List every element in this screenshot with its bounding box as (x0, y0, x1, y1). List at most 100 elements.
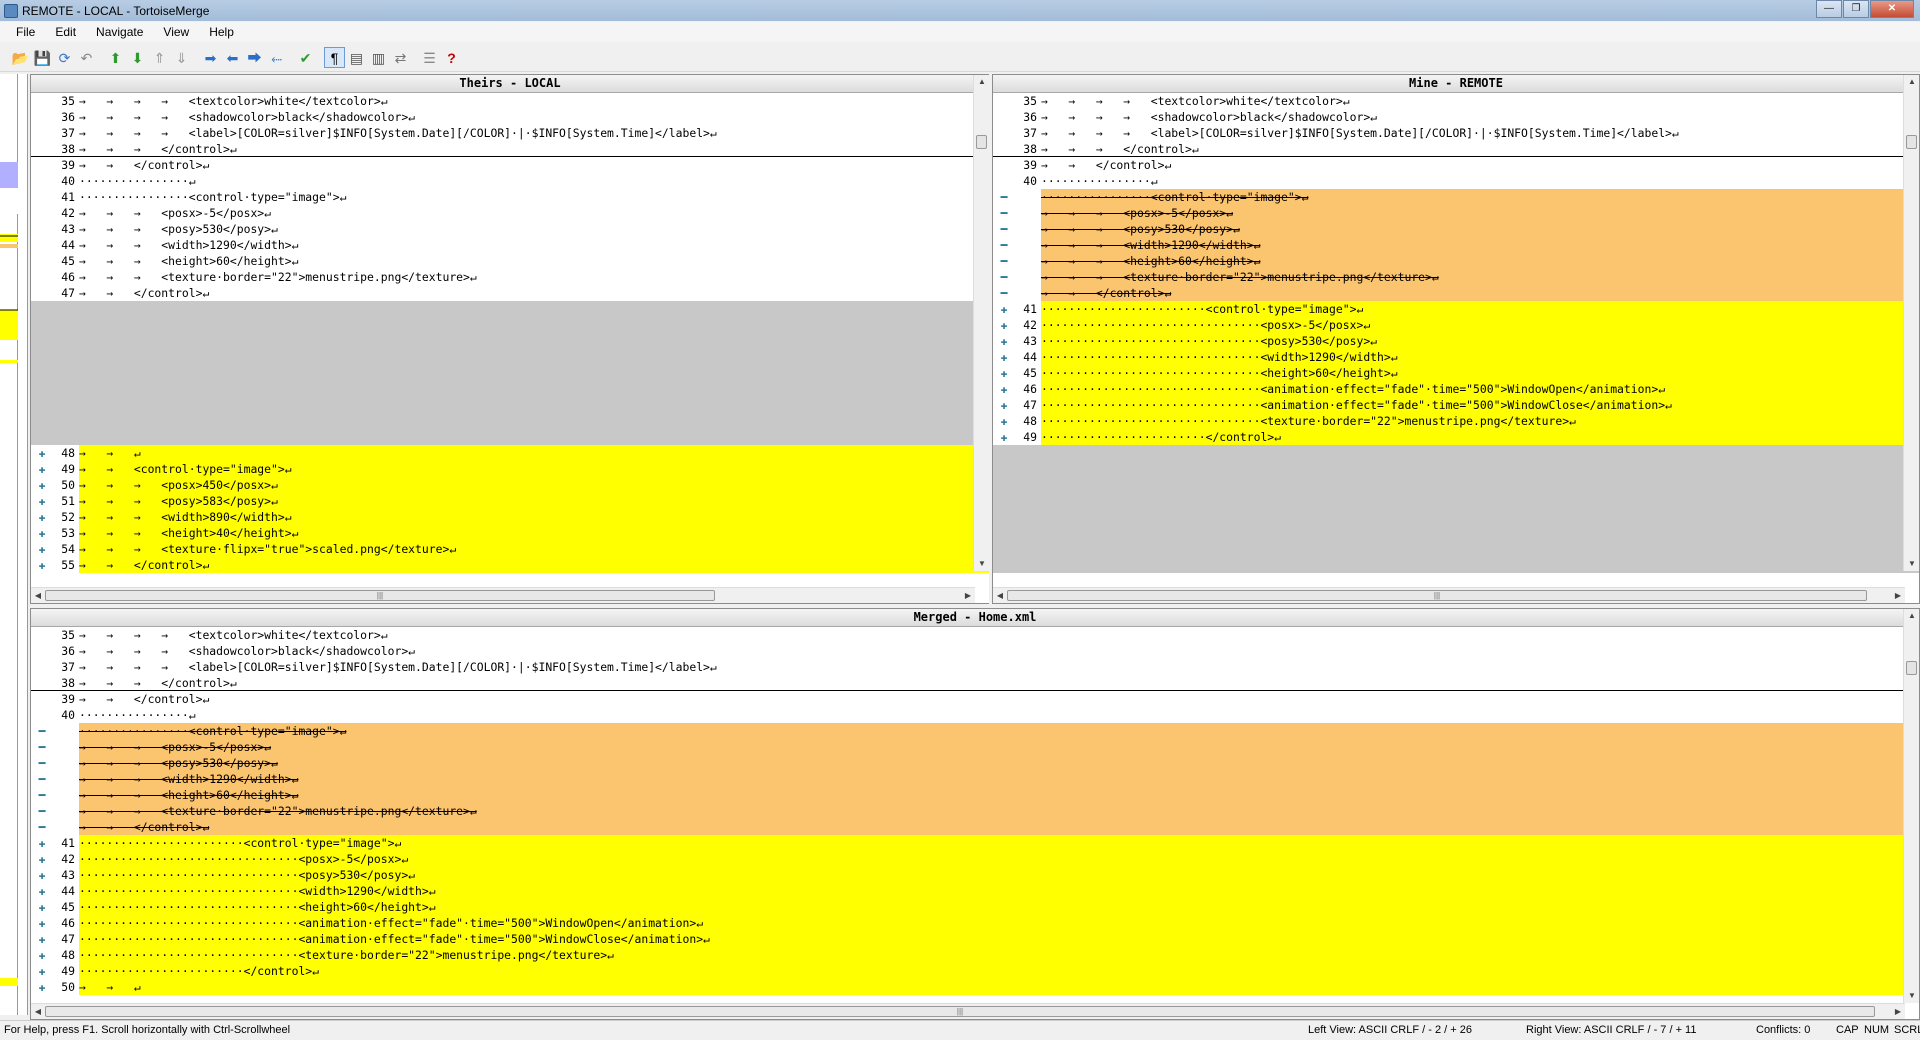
maximize-button[interactable]: ❐ (1843, 0, 1869, 18)
diff-line[interactable]: 35 → → → → <textcolor>white</textcolor>↵ (31, 93, 989, 109)
diff-line[interactable]: ━ → → → <posx>-5</posx>↵ (993, 205, 1919, 221)
diff-line[interactable]: 39 → → </control>↵ (993, 157, 1919, 173)
merged-vscrollbar[interactable]: ▲ ▼ (1903, 609, 1919, 1003)
line-text[interactable]: → → → <posy>530</posy>↵ (79, 755, 1919, 771)
diff-line[interactable]: 40 ················↵ (993, 173, 1919, 189)
right-vscrollbar[interactable]: ▲ ▼ (1903, 75, 1919, 571)
prev-diff-icon[interactable]: ⬇ (127, 47, 148, 68)
diff-line[interactable]: ✚ 52 → → → <width>890</width>↵ (31, 509, 989, 525)
line-text[interactable]: → → </control>↵ (1041, 285, 1919, 301)
line-text[interactable]: → → → → <textcolor>white</textcolor>↵ (79, 627, 1919, 643)
line-text[interactable]: → → → </control>↵ (1041, 141, 1919, 156)
line-text[interactable]: ································<posx>-5… (1041, 317, 1919, 333)
diff-line[interactable] (31, 301, 989, 317)
diff-line[interactable]: ✚ 41 ························<control·type… (993, 301, 1919, 317)
diff-line[interactable]: 37 → → → → <label>[COLOR=silver]$INFO[Sys… (31, 659, 1919, 675)
menu-navigate[interactable]: Navigate (86, 25, 153, 39)
diff-line[interactable]: 40 ················↵ (31, 707, 1919, 723)
diff-line[interactable] (31, 381, 989, 397)
line-text[interactable]: → → </control>↵ (79, 157, 989, 173)
location-bar[interactable] (0, 74, 18, 1015)
line-text[interactable]: → → → <height>60</height>↵ (1041, 253, 1919, 269)
line-text[interactable]: → → → <posy>530</posy>↵ (79, 221, 989, 237)
left-hscrollbar[interactable]: ◀ ||| ▶ (31, 587, 975, 603)
next-inline-icon[interactable]: ⮕ (244, 47, 265, 68)
diff-line[interactable]: ━ → → → <height>60</height>↵ (31, 787, 1919, 803)
diff-line[interactable]: 38 → → → </control>↵ (31, 675, 1919, 691)
diff-line[interactable]: ━ → → → <posy>530</posy>↵ (993, 221, 1919, 237)
diff-line[interactable]: ✚ 45 ································<heig… (31, 899, 1919, 915)
line-text[interactable]: → → → <posx>-5</posx>↵ (79, 205, 989, 221)
line-text[interactable]: ························</control>↵ (1041, 429, 1919, 445)
line-text[interactable]: ································<texture… (79, 947, 1919, 963)
scroll-right-arrow[interactable]: ▶ (961, 588, 975, 603)
line-text[interactable]: → → <control·type="image">↵ (79, 461, 989, 477)
scroll-up-arrow[interactable]: ▲ (974, 75, 989, 89)
diff-line[interactable]: 41 ················<control·type="image">… (31, 189, 989, 205)
onepane-icon[interactable]: ▤ (346, 47, 367, 68)
line-text[interactable] (79, 381, 989, 397)
line-text[interactable]: ················<control·type="image">↵ (79, 189, 989, 205)
merged-pane[interactable]: Merged - Home.xml 35 → → → → <textcolor>w… (30, 608, 1920, 1020)
prev-inline-icon[interactable]: ⬸ (266, 47, 287, 68)
diff-line[interactable] (993, 445, 1919, 461)
line-text[interactable]: ························</control>↵ (79, 963, 1919, 979)
menu-view[interactable]: View (153, 25, 199, 39)
diff-line[interactable]: ━ ················<control·type="image">↵ (993, 189, 1919, 205)
scroll-right-arrow[interactable]: ▶ (1891, 1004, 1905, 1019)
right-pane-rows[interactable]: 35 → → → → <textcolor>white</textcolor>↵ 3… (993, 93, 1919, 573)
open-icon[interactable]: 📂 (10, 47, 31, 68)
diff-line[interactable]: 38 → → → </control>↵ (993, 141, 1919, 157)
diff-line[interactable] (31, 429, 989, 445)
diff-line[interactable] (993, 541, 1919, 557)
line-text[interactable]: → → → <height>60</height>↵ (79, 253, 989, 269)
diff-line[interactable]: ━ → → → <posy>530</posy>↵ (31, 755, 1919, 771)
diff-line[interactable]: ━ → → → <width>1290</width>↵ (993, 237, 1919, 253)
diff-line[interactable]: ✚ 45 ································<heig… (993, 365, 1919, 381)
line-text[interactable]: ························<control·type="i… (1041, 301, 1919, 317)
scroll-hthumb[interactable]: ||| (45, 1006, 1875, 1017)
line-text[interactable]: → → </control>↵ (79, 691, 1919, 707)
line-text[interactable]: → → </control>↵ (79, 557, 989, 573)
left-pane[interactable]: Theirs - LOCAL 35 → → → → <textcolor>whit… (30, 74, 990, 604)
scroll-up-arrow[interactable]: ▲ (1904, 75, 1919, 89)
menu-help[interactable]: Help (199, 25, 244, 39)
line-text[interactable]: → → ↵ (79, 445, 989, 461)
diff-line[interactable]: ✚ 46 ································<anim… (31, 915, 1919, 931)
undo-icon[interactable]: ↶ (76, 47, 97, 68)
first-diff-icon[interactable]: ⇑ (149, 47, 170, 68)
line-text[interactable]: → → → <texture·border="22">menustripe.pn… (79, 269, 989, 285)
diff-line[interactable]: 45 → → → <height>60</height>↵ (31, 253, 989, 269)
next-conflict-icon[interactable]: ➡ (200, 47, 221, 68)
diff-line[interactable]: 35 → → → → <textcolor>white</textcolor>↵ (993, 93, 1919, 109)
swap-icon[interactable]: ⇄ (390, 47, 411, 68)
minimize-button[interactable]: — (1816, 0, 1842, 18)
line-text[interactable] (1041, 509, 1919, 525)
diff-line[interactable]: 36 → → → → <shadowcolor>black</shadowcolo… (31, 643, 1919, 659)
line-text[interactable]: → → → <texture·flipx="true">scaled.png</… (79, 541, 989, 557)
line-text[interactable]: ································<width>1… (79, 883, 1919, 899)
line-text[interactable]: ································<texture… (1041, 413, 1919, 429)
line-text[interactable]: ················↵ (1041, 173, 1919, 189)
diff-line[interactable]: 36 → → → → <shadowcolor>black</shadowcolo… (31, 109, 989, 125)
scroll-down-arrow[interactable]: ▼ (974, 557, 989, 571)
diff-line[interactable] (993, 493, 1919, 509)
scroll-down-arrow[interactable]: ▼ (1904, 557, 1919, 571)
scroll-up-arrow[interactable]: ▲ (1904, 609, 1919, 623)
diff-line[interactable]: ✚ 43 ································<posy… (31, 867, 1919, 883)
diff-line[interactable]: ━ → → → <width>1290</width>↵ (31, 771, 1919, 787)
line-text[interactable]: ················<control·type="image">↵ (79, 723, 1919, 739)
menu-file[interactable]: File (6, 25, 45, 39)
diff-line[interactable]: ✚ 53 → → → <height>40</height>↵ (31, 525, 989, 541)
line-text[interactable]: → → → <width>1290</width>↵ (1041, 237, 1919, 253)
diff-line[interactable]: ✚ 50 → → → <posx>450</posx>↵ (31, 477, 989, 493)
line-text[interactable] (79, 413, 989, 429)
line-text[interactable]: ························<control·type="i… (79, 835, 1919, 851)
diff-line[interactable]: ✚ 47 ································<anim… (993, 397, 1919, 413)
line-text[interactable] (79, 333, 989, 349)
line-text[interactable]: ················<control·type="image">↵ (1041, 189, 1919, 205)
diff-line[interactable]: ✚ 42 ································<posx… (31, 851, 1919, 867)
line-text[interactable] (1041, 525, 1919, 541)
line-text[interactable]: → → → → <label>[COLOR=silver]$INFO[Syste… (1041, 125, 1919, 141)
diff-line[interactable]: ✚ 42 ································<posx… (993, 317, 1919, 333)
